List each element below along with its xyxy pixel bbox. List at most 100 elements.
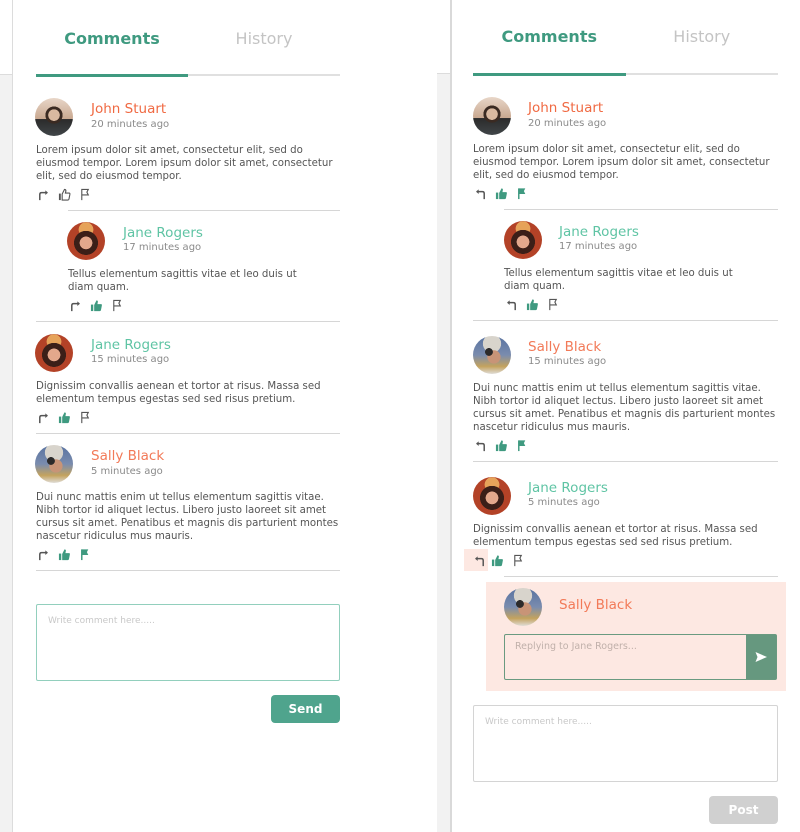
jane-rogers-avatar[interactable]: [504, 221, 542, 259]
comment-input[interactable]: [473, 705, 778, 782]
comment-author[interactable]: Sally Black: [91, 448, 164, 464]
flag-icon-active[interactable]: [78, 547, 92, 561]
tab-underline: [625, 73, 778, 75]
share-icon[interactable]: [36, 187, 50, 201]
comment-author[interactable]: Jane Rogers: [123, 225, 203, 241]
like-icon[interactable]: [57, 187, 71, 201]
divider: [68, 210, 340, 211]
left-comments-panel: Comments History John Stuart 20 minutes …: [12, 0, 437, 832]
comment-timestamp: 5 minutes ago: [91, 466, 163, 477]
background-gutter-left: [0, 0, 12, 832]
comment-timestamp: 17 minutes ago: [123, 242, 202, 253]
comment-actions: [68, 298, 131, 312]
background-gutter-middle-top: [437, 0, 450, 74]
tab-active-indicator: [473, 72, 626, 76]
comment-text: Tellus elementum sagittis vitae et leo d…: [504, 268, 733, 292]
comment-text: Lorem ipsum dolor sit amet, consectetur …: [473, 144, 770, 181]
comment-timestamp: 15 minutes ago: [528, 356, 607, 367]
comment-actions: [36, 187, 99, 201]
reply-composer: Sally Black: [486, 582, 786, 691]
right-comments-panel: Comments History John Stuart 20 minutes …: [450, 0, 800, 832]
tab-comments-label: Comments: [501, 27, 598, 46]
comment-text: Dignissim convallis aenean et tortor at …: [36, 381, 321, 405]
like-icon-active[interactable]: [525, 297, 539, 311]
comment-timestamp: 15 minutes ago: [91, 354, 170, 365]
divider: [36, 570, 340, 571]
comment-text: Dui nunc mattis enim ut tellus elementum…: [36, 492, 339, 542]
tab-comments[interactable]: Comments: [36, 0, 188, 77]
comments-ui-comparison: Comments History John Stuart 20 minutes …: [0, 0, 800, 832]
like-icon-active[interactable]: [57, 547, 71, 561]
send-arrow-icon: [755, 652, 767, 662]
divider: [504, 209, 778, 210]
comment-input[interactable]: [36, 604, 340, 681]
comment-actions: [36, 410, 99, 424]
tab-history[interactable]: History: [625, 0, 778, 75]
sally-black-avatar[interactable]: [473, 336, 511, 374]
like-icon-active[interactable]: [494, 438, 508, 452]
tab-underline: [188, 74, 340, 76]
jane-rogers-avatar[interactable]: [67, 222, 105, 260]
like-icon-active[interactable]: [494, 186, 508, 200]
flag-icon[interactable]: [78, 410, 92, 424]
reply-input[interactable]: [505, 635, 746, 658]
flag-icon[interactable]: [546, 297, 560, 311]
tab-comments-label: Comments: [64, 28, 160, 48]
comment-author[interactable]: Jane Rogers: [528, 480, 608, 496]
jane-rogers-avatar[interactable]: [473, 477, 511, 515]
tab-bar: Comments History: [36, 0, 340, 77]
reply-icon[interactable]: [473, 438, 487, 452]
comment-text: Dui nunc mattis enim ut tellus elementum…: [473, 383, 776, 433]
reply-send-button[interactable]: [746, 635, 776, 679]
post-button[interactable]: Post: [709, 796, 778, 824]
comment-author[interactable]: Jane Rogers: [91, 337, 171, 353]
like-icon-active[interactable]: [57, 410, 71, 424]
tab-history[interactable]: History: [188, 0, 340, 76]
comment-text: Tellus elementum sagittis vitae et leo d…: [68, 269, 297, 293]
tab-history-label: History: [673, 27, 731, 46]
divider: [36, 321, 340, 322]
flag-icon[interactable]: [511, 553, 525, 567]
like-icon-active[interactable]: [89, 298, 103, 312]
divider: [473, 320, 778, 321]
comment-author[interactable]: John Stuart: [528, 100, 603, 116]
reply-icon-active[interactable]: [464, 549, 488, 571]
comment-author[interactable]: Jane Rogers: [559, 224, 639, 240]
tab-comments[interactable]: Comments: [473, 0, 626, 76]
comment-timestamp: 20 minutes ago: [91, 119, 170, 130]
john-stuart-avatar[interactable]: [35, 98, 73, 136]
share-icon[interactable]: [36, 410, 50, 424]
reply-author: Sally Black: [559, 597, 633, 613]
tab-history-label: History: [235, 28, 293, 48]
reply-input-container: [504, 634, 777, 680]
comment-author[interactable]: Sally Black: [528, 339, 601, 355]
share-icon[interactable]: [68, 298, 82, 312]
background-gutter-middle: [437, 0, 450, 832]
share-icon[interactable]: [36, 547, 50, 561]
comment-timestamp: 5 minutes ago: [528, 497, 600, 508]
flag-icon[interactable]: [110, 298, 124, 312]
jane-rogers-avatar[interactable]: [35, 334, 73, 372]
comment-actions: [504, 297, 567, 311]
divider: [36, 433, 340, 434]
comment-actions: [473, 186, 536, 200]
send-button[interactable]: Send: [271, 695, 340, 723]
reply-icon[interactable]: [504, 297, 518, 311]
john-stuart-avatar[interactable]: [473, 97, 511, 135]
tab-active-indicator: [36, 73, 188, 77]
comment-text: Lorem ipsum dolor sit amet, consectetur …: [36, 145, 333, 182]
comment-actions: [464, 549, 532, 571]
comment-actions: [36, 547, 99, 561]
flag-icon[interactable]: [78, 187, 92, 201]
sally-black-avatar[interactable]: [35, 445, 73, 483]
reply-icon[interactable]: [473, 186, 487, 200]
comment-timestamp: 17 minutes ago: [559, 241, 638, 252]
comment-actions: [473, 438, 536, 452]
comment-timestamp: 20 minutes ago: [528, 118, 607, 129]
background-gutter-left-top: [0, 0, 12, 75]
divider: [504, 576, 778, 577]
flag-icon-active[interactable]: [515, 438, 529, 452]
comment-author[interactable]: John Stuart: [91, 101, 166, 117]
flag-icon-active[interactable]: [515, 186, 529, 200]
like-icon-active[interactable]: [490, 553, 504, 567]
